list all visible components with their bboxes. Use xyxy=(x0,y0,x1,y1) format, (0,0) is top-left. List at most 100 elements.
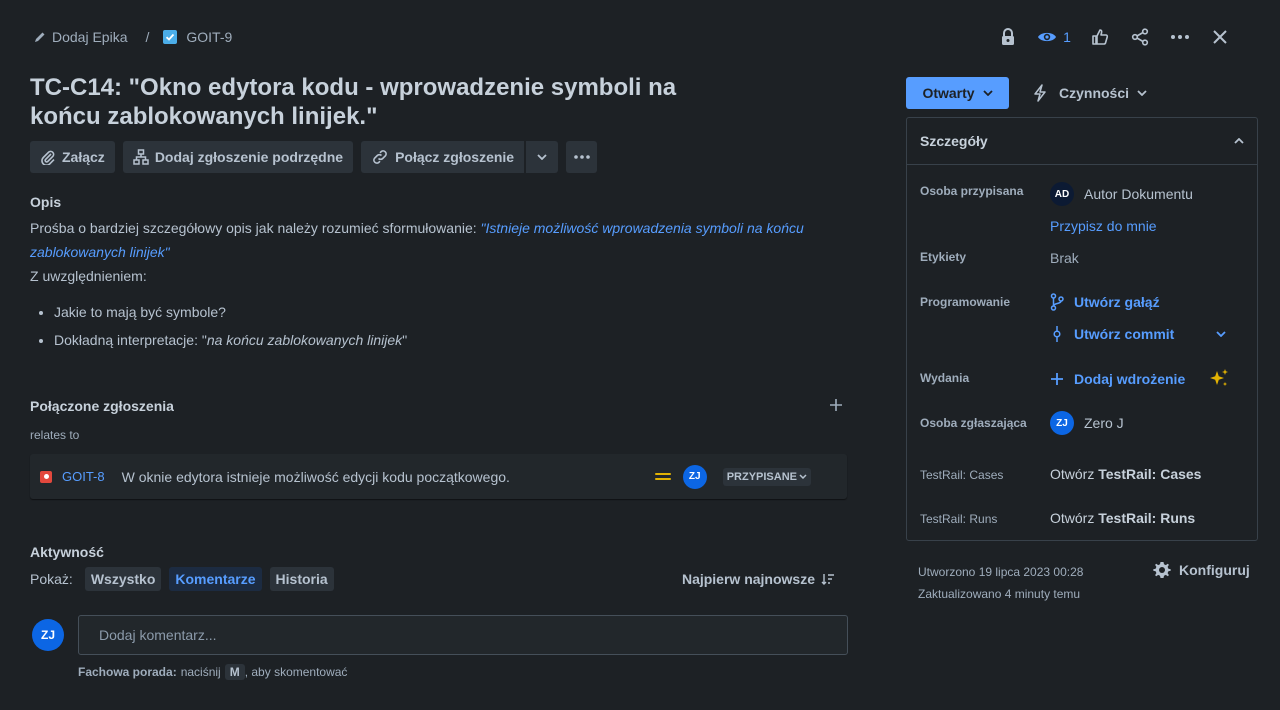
hierarchy-icon xyxy=(133,149,149,165)
tip-press: naciśnij xyxy=(180,665,221,679)
filter-all[interactable]: Wszystko xyxy=(84,567,162,591)
status-dropdown[interactable]: PRZYPISANE xyxy=(722,467,811,486)
link-issue-dropdown[interactable] xyxy=(525,141,559,173)
more-icon xyxy=(573,155,590,159)
like-icon[interactable] xyxy=(1080,21,1120,53)
description-list: Jakie to mają być symbole? Dokładną inte… xyxy=(30,298,810,354)
linked-issue-key[interactable]: GOIT-8 xyxy=(62,469,105,484)
reporter-name: Zero J xyxy=(1084,415,1124,431)
description-considering: Z uwzględnieniem: xyxy=(30,268,147,284)
assign-to-me-link[interactable]: Przypisz do mnie xyxy=(1050,218,1244,234)
releases-label: Wydania xyxy=(920,371,970,385)
status-button[interactable]: Otwarty xyxy=(906,77,1009,109)
reporter-label: Osoba zgłaszająca xyxy=(920,416,1027,430)
lock-icon[interactable] xyxy=(988,21,1028,53)
avatar: AD xyxy=(1050,182,1074,206)
status-label: PRZYPISANE xyxy=(726,470,797,483)
create-branch-link[interactable]: Utwórz gałąź xyxy=(1050,293,1244,311)
avatar[interactable]: ZJ xyxy=(682,464,707,489)
create-commit-label: Utwórz commit xyxy=(1074,326,1175,342)
eye-icon xyxy=(1037,30,1057,44)
issue-key-link[interactable]: GOIT-9 xyxy=(186,29,232,45)
issue-top-actions: 1 xyxy=(988,21,1240,53)
testrail-cases-row: TestRail: Cases Otwórz TestRail: Cases xyxy=(920,466,1244,482)
details-header[interactable]: Szczegóły xyxy=(907,118,1257,165)
pro-tip: Fachowa porada: naciśnij M, aby skomento… xyxy=(78,664,347,680)
description-body[interactable]: Prośba o bardziej szczegółowy opis jak n… xyxy=(30,216,810,354)
attach-button[interactable]: Załącz xyxy=(30,141,115,173)
assignee-name: Autor Dokumentu xyxy=(1084,186,1193,202)
reporter-picker[interactable]: ZJ Zero J xyxy=(1050,411,1244,435)
chevron-down-icon[interactable] xyxy=(1216,331,1226,337)
actions-button[interactable]: Czynności xyxy=(1033,77,1147,109)
link-issue-button[interactable]: Połącz zgłoszenie xyxy=(361,141,525,173)
close-icon[interactable] xyxy=(1200,21,1240,53)
toolbar-more-button[interactable] xyxy=(566,141,598,173)
details-heading: Szczegóły xyxy=(920,133,988,149)
issue-meta: Utworzono 19 lipca 2023 00:28 Zaktualizo… xyxy=(918,561,1083,605)
bullet-2-prefix: Dokładną interpretacje: " xyxy=(54,332,207,348)
chevron-down-icon xyxy=(982,90,993,96)
share-icon[interactable] xyxy=(1120,21,1160,53)
filter-history[interactable]: Historia xyxy=(269,567,334,591)
releases-row: Wydania Dodaj wdrożenie xyxy=(920,368,1244,390)
create-commit-link[interactable]: Utwórz commit xyxy=(1050,325,1244,343)
add-child-issue-button[interactable]: Dodaj zgłoszenie podrzędne xyxy=(122,141,354,173)
activity-filter-row: Pokaż: Wszystko Komentarze Historia Najp… xyxy=(30,567,847,591)
bullet-2-emphasis: na końcu zablokowanych linijek xyxy=(206,332,403,348)
testrail-runs-label: TestRail: Runs xyxy=(920,512,998,526)
testrail-cases-link[interactable]: Otwórz TestRail: Cases xyxy=(1050,466,1244,482)
filter-comments[interactable]: Komentarze xyxy=(169,567,262,591)
issue-title[interactable]: TC-C14: "Okno edytora kodu - wprowadzeni… xyxy=(30,73,750,131)
avatar: ZJ xyxy=(1050,411,1074,435)
linked-issue-summary[interactable]: W oknie edytora istnieje możliwość edycj… xyxy=(122,469,655,485)
releases-value: Dodaj wdrożenie xyxy=(1050,368,1244,390)
development-label: Programowanie xyxy=(920,295,1011,309)
description-paragraph: Prośba o bardziej szczegółowy opis jak n… xyxy=(30,216,810,264)
breadcrumb-separator: / xyxy=(145,29,150,45)
attach-label: Załącz xyxy=(62,149,105,165)
status-button-label: Otwarty xyxy=(922,85,975,101)
testrail-cases-prefix: Otwórz xyxy=(1050,466,1099,482)
branch-icon xyxy=(1050,293,1064,311)
labels-value[interactable]: Brak xyxy=(1050,250,1244,266)
create-branch-label: Utwórz gałąź xyxy=(1074,294,1160,310)
chevron-down-icon xyxy=(537,154,547,160)
add-epic-link[interactable]: Dodaj Epika xyxy=(52,29,128,45)
linked-issue-row[interactable]: GOIT-8 W oknie edytora istnieje możliwoś… xyxy=(30,454,847,499)
pencil-icon xyxy=(34,31,46,43)
add-linked-issue-icon[interactable] xyxy=(829,398,843,412)
issue-toolbar: Załącz Dodaj zgłoszenie podrzędne Połącz… xyxy=(30,141,598,173)
add-deployment-link[interactable]: Dodaj wdrożenie xyxy=(1050,371,1185,387)
sort-button[interactable]: Najpierw najnowsze xyxy=(682,571,835,587)
assignee-picker[interactable]: AD Autor Dokumentu xyxy=(1050,182,1244,206)
updated-date: Zaktualizowano 4 minuty temu xyxy=(918,587,1081,601)
chevron-down-icon xyxy=(1137,90,1147,96)
actions-label: Czynności xyxy=(1059,85,1130,101)
add-deployment-label: Dodaj wdrożenie xyxy=(1074,371,1186,387)
bug-icon xyxy=(40,470,52,483)
testrail-runs-row: TestRail: Runs Otwórz TestRail: Runs xyxy=(920,510,1244,526)
testrail-runs-link[interactable]: Otwórz TestRail: Runs xyxy=(1050,510,1244,526)
watch-button[interactable]: 1 xyxy=(1028,21,1080,53)
current-user-avatar: ZJ xyxy=(32,619,64,651)
paperclip-icon xyxy=(40,149,56,165)
sort-label: Najpierw najnowsze xyxy=(681,571,815,587)
development-row: Programowanie Utwórz gałąź Utwórz commit xyxy=(920,293,1244,343)
description-intro: Prośba o bardziej szczegółowy opis jak n… xyxy=(30,220,481,236)
more-options-icon[interactable] xyxy=(1160,21,1200,53)
comment-input[interactable]: Dodaj komentarz... xyxy=(78,615,848,655)
add-child-label: Dodaj zgłoszenie podrzędne xyxy=(154,149,344,165)
relation-type: relates to xyxy=(30,428,80,442)
testrail-runs-prefix: Otwórz xyxy=(1050,510,1099,526)
description-heading: Opis xyxy=(30,194,62,210)
activity-heading: Aktywność xyxy=(30,544,104,560)
development-value: Utwórz gałąź Utwórz commit xyxy=(1050,293,1244,343)
configure-button[interactable]: Konfiguruj xyxy=(1153,561,1250,579)
breadcrumb: Dodaj Epika / GOIT-9 xyxy=(34,29,232,45)
gear-icon xyxy=(1153,561,1171,579)
commit-icon xyxy=(1050,325,1064,343)
sparkle-icon[interactable] xyxy=(1208,368,1230,390)
chevron-up-icon[interactable] xyxy=(1234,138,1244,144)
assignee-label: Osoba przypisana xyxy=(920,184,1024,198)
